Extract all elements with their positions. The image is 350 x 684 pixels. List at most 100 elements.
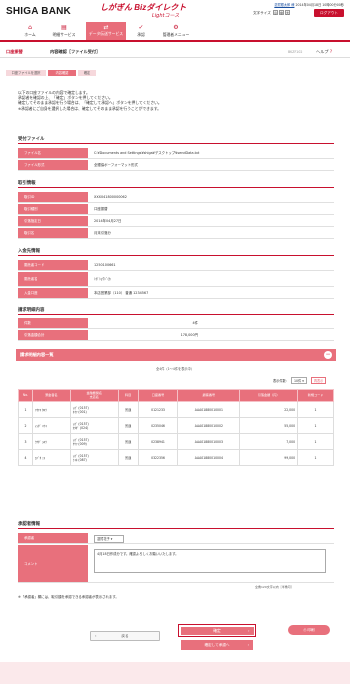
file-section-title: 受付ファイル bbox=[18, 137, 45, 142]
cell-new-code: 1 bbox=[297, 401, 334, 418]
info-row: 入金口座 本店営業部（110） 普通 1234567 bbox=[18, 288, 334, 299]
row-label: 件数 bbox=[18, 318, 88, 328]
billing-section-title: 請求明細内容 bbox=[18, 308, 45, 313]
approver-select[interactable]: 滋賀花子 ▾ bbox=[94, 534, 124, 543]
help-link[interactable]: ヘルプ ? bbox=[316, 49, 332, 55]
table-row: 2 ｲｼﾀﾞ ﾊﾅｺ ｼｶﾞ (0157) ｶﾀﾀﾞ (024) 普通 0235… bbox=[18, 417, 334, 434]
step-2-current: 内容確認 bbox=[48, 70, 76, 76]
confirm-and-approve-button[interactable]: 確定して承認へ › bbox=[181, 640, 253, 650]
row-label: 取引名 bbox=[18, 228, 88, 238]
comment-limit-note: 全角120文字以内［半角可］ bbox=[255, 585, 294, 589]
approval-section-title: 承認者情報 bbox=[18, 522, 40, 527]
section-divider bbox=[18, 255, 334, 256]
info-row: 取引ID XXX041800000062 bbox=[18, 192, 334, 203]
confirm-button-face[interactable]: 確定 › bbox=[180, 626, 254, 635]
cell-bank-branch: ｼｶﾞ (0157) ｸｻﾂ (009) bbox=[69, 433, 119, 450]
bank-logo[interactable]: SHIGA BANK bbox=[6, 6, 71, 17]
row-label: 引落金額合計 bbox=[18, 330, 88, 340]
cell-account: 0235046 bbox=[137, 417, 179, 434]
approver-label: 承認者 bbox=[18, 533, 88, 543]
cell-no: 1 bbox=[18, 401, 33, 418]
nav-statements[interactable]: ▤ 明細サービス bbox=[46, 22, 82, 40]
admin-icon: ⚙ bbox=[173, 24, 179, 31]
nav-admin[interactable]: ⚙ 管理者メニュー bbox=[156, 22, 196, 40]
cell-bank-branch: ｼｶﾞ (0157) ﾋｺﾈ (087) bbox=[69, 449, 119, 466]
row-label: 委託者コード bbox=[18, 260, 88, 270]
help-label: ヘルプ bbox=[316, 49, 329, 54]
cell-subject: 普通 bbox=[117, 433, 139, 450]
global-nav: ⌂ ホーム ▤ 明細サービス ⇄ データ伝送サービス ✓ 承認 ⚙ 管理者メニュ… bbox=[0, 22, 350, 42]
back-label: 戻る bbox=[121, 634, 129, 638]
logout-button[interactable]: ログアウト bbox=[314, 9, 344, 17]
cell-bank-branch: ｼｶﾞ (0157) ｶﾀﾀﾞ (024) bbox=[69, 417, 119, 434]
cell-subject: 普通 bbox=[117, 417, 139, 434]
nav-approval[interactable]: ✓ 承認 bbox=[126, 22, 156, 40]
per-page-select[interactable]: 10件 ▾ bbox=[290, 377, 307, 384]
confirm-button[interactable]: 確定 › bbox=[178, 624, 256, 637]
nav-statements-label: 明細サービス bbox=[52, 32, 76, 37]
print-button[interactable]: ⎙ 印刷 bbox=[288, 625, 330, 635]
text-size-label: 文字サイズ bbox=[252, 11, 271, 15]
transaction-type-value: 口座振替 bbox=[94, 207, 108, 211]
comment-textarea[interactable]: 4月18日作成分です。確認よろしくお願いいたします。 bbox=[94, 549, 326, 573]
detail-table: No. 預金者名 金融機関名 支店名 科目 口座番号 顧客番号 引落金額（円） … bbox=[18, 389, 334, 466]
page-title: 内容確認［ファイル受付］ bbox=[50, 49, 101, 54]
reload-button[interactable]: 再表示 bbox=[310, 377, 327, 384]
row-label: ファイル名 bbox=[18, 148, 88, 158]
cell-customer: AAA01880010003 bbox=[177, 433, 241, 450]
nav-admin-label: 管理者メニュー bbox=[162, 32, 190, 37]
row-label: ファイル形式 bbox=[18, 160, 88, 170]
print-icon: ⎙ bbox=[303, 628, 307, 632]
nav-data-transfer-label: データ伝送サービス bbox=[88, 31, 124, 36]
total-amount-value: 178,000円 bbox=[180, 333, 198, 337]
detail-list-header[interactable]: 請求明細内容一覧 − bbox=[16, 349, 336, 361]
chevron-right-icon: › bbox=[247, 627, 250, 633]
section-divider bbox=[18, 143, 334, 144]
cell-customer: AAA01880010002 bbox=[177, 417, 241, 434]
info-row: 委託者コード 1250100661 bbox=[18, 260, 334, 271]
text-size-large-button[interactable]: 大 bbox=[285, 10, 290, 15]
chevron-down-icon: ▾ bbox=[110, 536, 113, 541]
last-login: 2014年04月18日 10時00分00秒 bbox=[295, 3, 344, 7]
deposit-account-value: 本店営業部（110） 普通 1234567 bbox=[94, 291, 149, 295]
step-1: 口座ファイルを選択 bbox=[6, 70, 46, 76]
cell-no: 3 bbox=[18, 433, 33, 450]
table-header-row: No. 預金者名 金融機関名 支店名 科目 口座番号 顧客番号 引落金額（円） … bbox=[18, 389, 334, 402]
chevron-down-icon: ▾ bbox=[302, 379, 304, 383]
info-row: ファイル形式 全銀協ポーフォーマット形式 bbox=[18, 160, 334, 171]
intro-line: ※承認者にご自身を選択した場合は、確定してそのまま承認を行うことができます。 bbox=[18, 105, 161, 111]
info-row: 取引名 月末引落分 bbox=[18, 228, 334, 239]
collector-section-title: 入金先情報 bbox=[18, 249, 40, 254]
nav-approval-label: 承認 bbox=[137, 32, 145, 37]
breadcrumb-section: 口座振替 bbox=[6, 49, 23, 54]
intro-text: 以下の口座ファイルの内容で確定します。 承認者を確認の上、「確定」ボタンを押して… bbox=[18, 90, 162, 111]
text-size-small-button[interactable]: 小 bbox=[273, 10, 278, 15]
cell-depositor: ｲｼﾀﾞ ﾊﾅｺ bbox=[31, 417, 71, 434]
service-course: Lightコース bbox=[152, 13, 180, 19]
step-3: 確定 bbox=[78, 70, 96, 76]
transaction-name-value: 月末引落分 bbox=[94, 231, 111, 235]
footer bbox=[0, 662, 350, 684]
cell-new-code: 1 bbox=[297, 433, 334, 450]
consignor-code-value: 1250100661 bbox=[94, 263, 116, 267]
cell-depositor: ｱｵﾔﾏ ﾀﾛｳ bbox=[31, 401, 71, 418]
consignor-name-value: ｼｶﾞｼｮｳｼﾞ(ｶ bbox=[94, 277, 111, 281]
info-row: 引落指定日 2014年04月27日 bbox=[18, 216, 334, 227]
back-button[interactable]: ‹ 戻る bbox=[90, 631, 160, 641]
page-size-control: 表示件数： 10件 ▾ 再表示 bbox=[273, 377, 327, 384]
cell-account: 0322356 bbox=[137, 449, 179, 466]
cell-no: 4 bbox=[18, 449, 33, 466]
per-page-label: 表示件数： bbox=[273, 379, 289, 383]
table-row: 3 ｳﾁﾀﾞ ｼﾛｳ ｼｶﾞ (0157) ｸｻﾂ (009) 普通 02389… bbox=[18, 433, 334, 450]
user-name[interactable]: 滋賀銀太郎 様 bbox=[274, 3, 294, 7]
collapse-icon[interactable]: − bbox=[324, 351, 332, 359]
text-size-medium-button[interactable]: 中 bbox=[279, 10, 284, 15]
chevron-left-icon: ‹ bbox=[95, 634, 97, 638]
nav-home[interactable]: ⌂ ホーム bbox=[10, 22, 50, 40]
nav-data-transfer[interactable]: ⇄ データ伝送サービス bbox=[86, 22, 126, 40]
column-header: 金融機関名 支店名 bbox=[69, 389, 119, 402]
column-header: 新規コード bbox=[297, 389, 334, 402]
cell-new-code: 1 bbox=[297, 449, 334, 466]
cell-amount: 99,000 bbox=[239, 449, 299, 466]
column-header: 口座番号 bbox=[137, 389, 179, 402]
